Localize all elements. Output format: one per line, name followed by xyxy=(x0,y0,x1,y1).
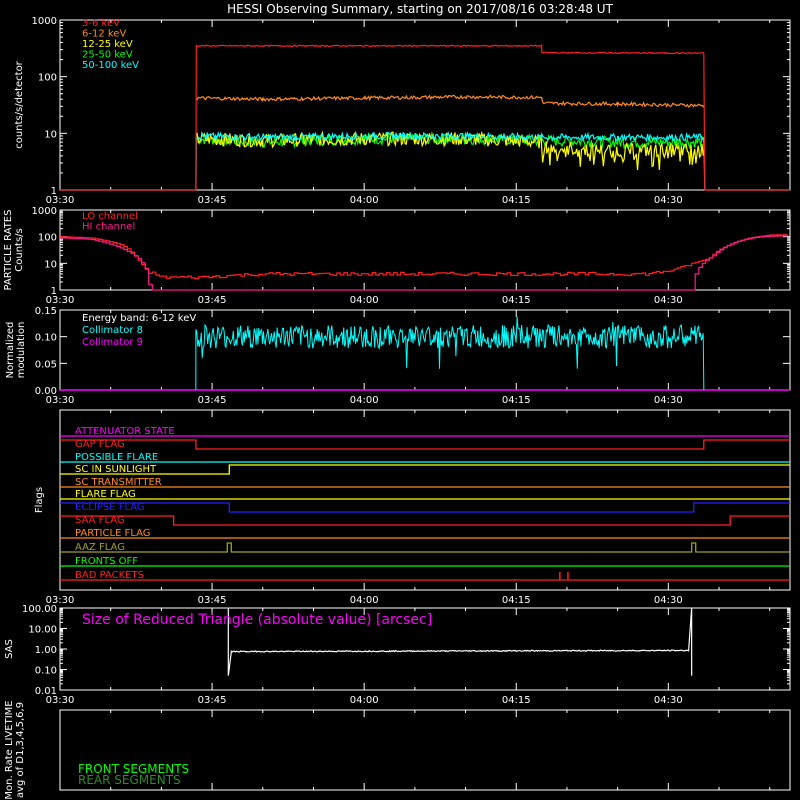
flag-line xyxy=(60,464,790,475)
legend-entry: Collimator 9 xyxy=(82,337,143,348)
flag-line xyxy=(60,542,790,553)
series-line-Collimator-8 xyxy=(195,316,705,391)
y-tick-label: 0.10 xyxy=(35,666,57,677)
flag-line xyxy=(60,515,790,526)
flag-label: SC TRANSMITTER xyxy=(75,477,162,488)
y-tick-label: 10 xyxy=(44,129,57,140)
x-tick-label: 04:00 xyxy=(350,695,379,706)
y-axis-label: SAS xyxy=(4,639,15,659)
x-tick-label: 03:45 xyxy=(198,195,227,206)
y-tick-label: 1000 xyxy=(32,16,57,27)
y-tick-label: 1 xyxy=(51,186,57,197)
x-tick-label: 03:45 xyxy=(198,695,227,706)
series-line-3-6-keV xyxy=(60,43,790,191)
y-tick-label: 10 xyxy=(44,259,57,270)
series-line-HI-channel xyxy=(60,235,789,291)
flag-label: FLARE FLAG xyxy=(75,489,136,500)
y-tick-label: 100.00 xyxy=(22,604,57,615)
x-tick-label: 04:00 xyxy=(350,395,379,406)
flag-label: SAA FLAG xyxy=(75,515,125,526)
legend-entry: 50-100 keV xyxy=(82,60,139,71)
flag-label: SC IN SUNLIGHT xyxy=(75,464,157,475)
flag-label: FRONTS OFF xyxy=(75,556,138,567)
panel-modulation: 03:3003:4504:0004:1504:3004:4505:000.000… xyxy=(5,306,791,406)
panel-particle-rates: 03:3003:4504:0004:1504:3004:4505:0011010… xyxy=(3,206,791,306)
flag-label: AAZ FLAG xyxy=(75,542,125,553)
y-tick-label: 100 xyxy=(38,233,57,244)
hessi-summary-figure: HESSI Observing Summary, starting on 201… xyxy=(3,2,791,800)
x-tick-label: 03:45 xyxy=(198,595,227,606)
flag-line xyxy=(60,502,790,513)
flag-label: BAD PACKETS xyxy=(75,570,144,581)
y-tick-label: 10.00 xyxy=(28,625,57,636)
x-tick-label: 04:30 xyxy=(654,395,683,406)
flag-label: POSSIBLE FLARE xyxy=(75,452,158,463)
x-tick-label: 04:00 xyxy=(350,295,379,306)
flag-line xyxy=(60,439,790,450)
panel-livetime: Mon. Rate LIVETIME avg of D1,3,4,5,6,9 FRO… xyxy=(4,700,791,800)
legend-entry: 25-50 keV xyxy=(82,50,133,61)
legend-entry: REAR SEGMENTS xyxy=(78,773,181,787)
x-tick-label: 04:15 xyxy=(502,295,531,306)
x-tick-label: 04:30 xyxy=(654,295,683,306)
y-axis-label: avg of D1,3,4,5,6,9 xyxy=(15,702,26,798)
y-axis-label: Normalized xyxy=(5,322,16,379)
y-axis-label: PARTICLE RATES xyxy=(3,210,14,291)
x-tick-label: 04:30 xyxy=(654,695,683,706)
y-tick-label: 1 xyxy=(51,286,57,297)
x-tick-label: 04:15 xyxy=(502,595,531,606)
flag-label: ECLIPSE FLAG xyxy=(75,502,145,513)
panel-annotation: Energy band: 6-12 keV xyxy=(82,313,196,324)
y-tick-label: 1000 xyxy=(32,206,57,217)
flag-label: PARTICLE FLAG xyxy=(75,528,151,539)
y-axis-label: Flags xyxy=(34,487,45,513)
panel-flags: 03:3003:4504:0004:1504:3004:4505:00Flags… xyxy=(34,409,791,606)
panel-count-rates: 03:3003:4504:0004:1504:3004:4505:0011010… xyxy=(14,16,791,206)
flag-label: ATTENUATOR STATE xyxy=(75,426,175,437)
legend-entry: Collimator 8 xyxy=(82,325,143,336)
legend-entry: 6-12 keV xyxy=(82,29,126,40)
y-axis-label: modulation xyxy=(16,322,27,379)
y-tick-label: 0.10 xyxy=(35,333,57,344)
y-axis-label: Mon. Rate LIVETIME xyxy=(4,700,15,799)
x-tick-label: 03:45 xyxy=(198,295,227,306)
figure-title: HESSI Observing Summary, starting on 201… xyxy=(227,2,613,16)
flag-label: GAP FLAG xyxy=(75,439,125,450)
panel-sas: 03:3003:4504:0004:1504:3004:4505:000.010… xyxy=(4,604,791,706)
x-tick-label: 04:00 xyxy=(350,595,379,606)
x-tick-label: 04:15 xyxy=(502,195,531,206)
panel-frame xyxy=(59,409,791,591)
x-tick-label: 03:45 xyxy=(198,395,227,406)
y-axis-label: counts/s/detector xyxy=(14,60,25,148)
legend-entry: HI channel xyxy=(82,222,135,233)
y-tick-label: 100 xyxy=(38,73,57,84)
x-tick-label: 04:15 xyxy=(502,395,531,406)
x-tick-label: 04:00 xyxy=(350,195,379,206)
legend-entry: 12-25 keV xyxy=(82,39,133,50)
x-tick-label: 04:15 xyxy=(502,695,531,706)
legend-entry: 3-6 keV xyxy=(82,18,120,29)
x-tick-label: 04:30 xyxy=(654,595,683,606)
y-axis-label: Counts/s xyxy=(14,228,25,272)
y-tick-label: 1.00 xyxy=(35,645,57,656)
y-tick-label: 0.00 xyxy=(35,386,57,397)
series-line-LO-channel xyxy=(60,234,789,280)
legend-entry: LO channel xyxy=(82,211,138,222)
x-tick-label: 04:30 xyxy=(654,195,683,206)
series-line-6-12-keV xyxy=(195,94,705,108)
panel-annotation: Size of Reduced Triangle (absolute value… xyxy=(82,612,432,628)
y-tick-label: 0.01 xyxy=(35,686,57,697)
y-tick-label: 0.05 xyxy=(35,359,57,370)
y-tick-label: 0.15 xyxy=(35,306,57,317)
